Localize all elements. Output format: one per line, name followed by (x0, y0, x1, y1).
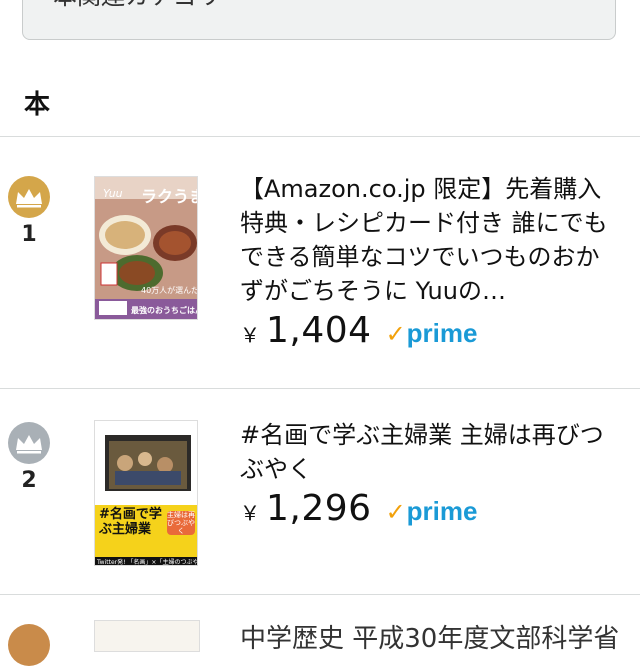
item-title-link[interactable]: #名画で学ぶ主婦業 主婦は再びつぶやく (240, 418, 612, 486)
crown-icon (8, 176, 50, 218)
item-title-link[interactable]: 【Amazon.co.jp 限定】先着購入特典・レシピカード付き 誰にでもできる… (240, 172, 612, 308)
cover-tag-text: 40万人が選んだ! (141, 286, 198, 295)
cover-title-text: #名画で学ぶ主婦業 (99, 507, 162, 537)
prime-badge: ✓ prime (386, 318, 478, 349)
divider (0, 594, 640, 595)
list-item[interactable]: 1 ラクうま Yuu 40万人が選んだ! 最強のおうちごはん 【Amazon.c… (0, 136, 640, 388)
book-cover-image[interactable]: #名画で学ぶ主婦業 主婦は再びつぶやく Twitter発! 「名画」×「主婦のつ… (94, 420, 198, 566)
price-row: ￥ 1,296 ✓ prime (240, 488, 612, 529)
currency-symbol: ￥ (240, 323, 260, 347)
book-cover-image[interactable]: ラクうま Yuu 40万人が選んだ! 最強のおうちごはん (94, 176, 198, 320)
price-row: ￥ 1,404 ✓ prime (240, 310, 612, 351)
rank-indicator: 2 (8, 422, 50, 493)
currency-symbol: ￥ (240, 501, 260, 525)
book-cover-image[interactable] (94, 620, 200, 652)
rank-number: 2 (21, 468, 37, 493)
item-info: #名画で学ぶ主婦業 主婦は再びつぶやく ￥ 1,296 ✓ prime (240, 418, 612, 529)
cover-author-text: Yuu (103, 187, 123, 200)
item-price: 1,296 (266, 488, 372, 529)
cover-bottom-text: 最強のおうちごはん (131, 306, 198, 315)
item-price: 1,404 (266, 310, 372, 351)
prime-label: prime (406, 318, 478, 348)
check-icon: ✓ (385, 499, 406, 526)
section-title: 本 (24, 90, 51, 120)
rank-number: 1 (21, 222, 37, 247)
cover-title-text: ラクうま (141, 187, 197, 206)
item-info: 【Amazon.co.jp 限定】先着購入特典・レシピカード付き 誰にでもできる… (240, 172, 612, 351)
item-title-link[interactable]: 中学歴史 平成30年度文部科学省 (240, 618, 619, 655)
cover-tag-text: Twitter発! 「名画」×「主婦のつぶやき」 (97, 559, 198, 566)
prime-label: prime (406, 496, 478, 526)
rank-indicator: 1 (8, 176, 50, 247)
category-select-label: 本関連カテゴリー (53, 0, 245, 11)
prime-badge: ✓ prime (386, 496, 478, 527)
crown-icon (8, 422, 50, 464)
category-select[interactable]: 本関連カテゴリー (22, 0, 616, 40)
cover-subtitle-text: 主婦は再びつぶやく (167, 511, 195, 535)
crown-icon (8, 624, 50, 666)
list-item[interactable]: 2 #名画で学ぶ主婦業 主婦は再びつぶやく Twitter発! 「名画」×「主婦… (0, 388, 640, 594)
check-icon: ✓ (385, 321, 406, 348)
